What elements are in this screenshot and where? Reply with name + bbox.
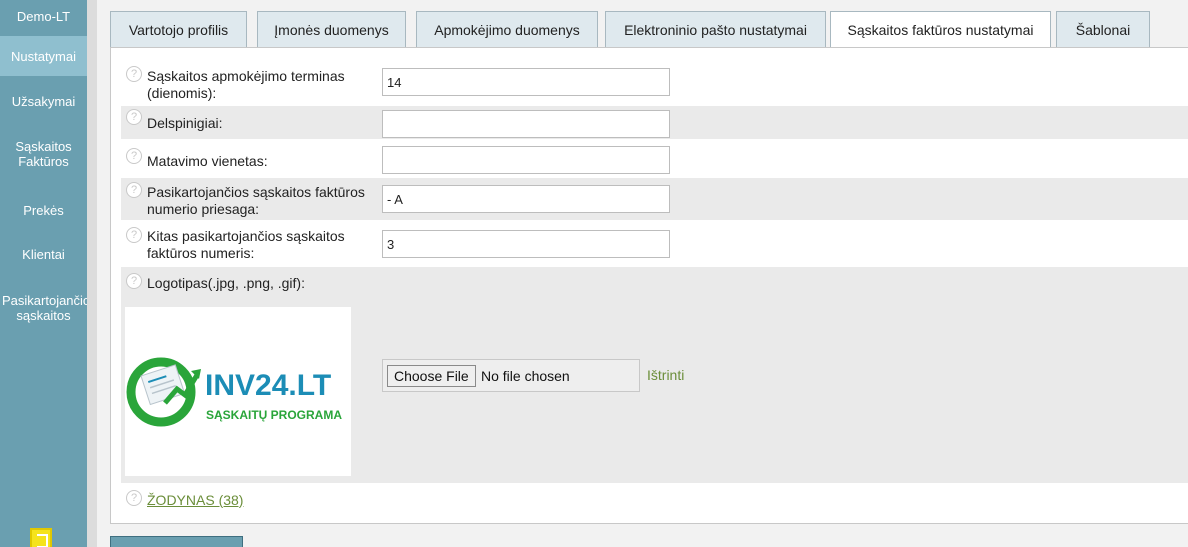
penalty-label: Delspinigiai: xyxy=(147,115,223,131)
tab-invoice-settings[interactable]: Sąskaitos faktūros nustatymai xyxy=(830,11,1051,49)
sidebar-item-recurring-line2: sąskaitos xyxy=(16,308,71,323)
tab-company-data[interactable]: Įmonės duomenys xyxy=(257,11,406,48)
tab-payment-data[interactable]: Apmokėjimo duomenys xyxy=(416,11,598,48)
number-suffix-label: Pasikartojančios sąskaitos faktūros nume… xyxy=(147,184,365,218)
payment-term-input[interactable] xyxy=(382,68,670,96)
payment-term-label: Sąskaitos apmokėjimo terminas (dienomis)… xyxy=(147,68,345,102)
main-content: Vartotojo profilis Įmonės duomenys Apmok… xyxy=(97,0,1188,547)
logo-title: INV24.LT xyxy=(205,369,331,402)
file-status-text: No file chosen xyxy=(481,368,570,384)
number-suffix-label-line1: Pasikartojančios sąskaitos faktūros xyxy=(147,184,365,200)
next-number-input[interactable] xyxy=(382,230,670,258)
number-suffix-label-line2: numerio priesaga: xyxy=(147,201,260,217)
exit-icon[interactable] xyxy=(30,528,52,547)
help-icon[interactable]: ? xyxy=(126,148,142,164)
sidebar-divider xyxy=(87,0,97,547)
unit-input[interactable] xyxy=(382,146,670,174)
penalty-row: ? Delspinigiai: xyxy=(121,106,1188,139)
sidebar: Demo-LT Nustatymai Užsakymai Sąskaitos F… xyxy=(0,0,97,547)
payment-term-row: ? Sąskaitos apmokėjimo terminas (dienomi… xyxy=(121,64,1188,101)
unit-row: ? Matavimo vienetas: xyxy=(121,142,1188,178)
help-icon[interactable]: ? xyxy=(126,273,142,289)
inv24-logo: INV24.LT SĄSKAITŲ PROGRAMA xyxy=(126,357,342,427)
logo-label: Logotipas(.jpg, .png, .gif): xyxy=(147,275,305,291)
save-button[interactable] xyxy=(110,536,243,547)
sidebar-item-clients[interactable]: Klientai xyxy=(0,247,87,262)
number-suffix-input[interactable] xyxy=(382,185,670,213)
unit-label: Matavimo vienetas: xyxy=(147,153,268,169)
dictionary-link[interactable]: ŽODYNAS (38) xyxy=(147,492,243,508)
tab-email-settings[interactable]: Elektroninio pašto nustatymai xyxy=(605,11,826,48)
sidebar-item-invoices-line1: Sąskaitos xyxy=(15,139,72,154)
settings-panel: ? Sąskaitos apmokėjimo terminas (dienomi… xyxy=(110,47,1188,524)
help-icon[interactable]: ? xyxy=(126,109,142,125)
payment-term-label-line1: Sąskaitos apmokėjimo terminas xyxy=(147,68,345,84)
sidebar-item-products[interactable]: Prekės xyxy=(0,203,87,218)
tab-user-profile[interactable]: Vartotojo profilis xyxy=(110,11,247,48)
next-number-label-line1: Kitas pasikartojančios sąskaitos xyxy=(147,228,345,244)
help-icon[interactable]: ? xyxy=(126,227,142,243)
sidebar-item-invoices[interactable]: Sąskaitos Faktūros xyxy=(0,139,87,169)
next-number-row: ? Kitas pasikartojančios sąskaitos faktū… xyxy=(121,224,1188,263)
choose-file-button[interactable]: Choose File xyxy=(387,365,476,387)
sidebar-item-settings[interactable]: Nustatymai xyxy=(0,36,87,76)
help-icon[interactable]: ? xyxy=(126,490,142,506)
next-number-label: Kitas pasikartojančios sąskaitos faktūro… xyxy=(147,228,345,262)
dictionary-row: ? ŽODYNAS (38) xyxy=(121,488,1188,518)
logo-row: ? Logotipas(.jpg, .png, .gif): INV24.LT … xyxy=(121,267,1188,483)
sidebar-item-orders[interactable]: Užsakymai xyxy=(0,94,87,109)
sidebar-item-recurring-invoices[interactable]: Pasikartojančios sąskaitos xyxy=(0,293,97,323)
logo-subtitle: SĄSKAITŲ PROGRAMA xyxy=(206,408,342,422)
sidebar-item-invoices-line2: Faktūros xyxy=(18,154,69,169)
help-icon[interactable]: ? xyxy=(126,182,142,198)
tab-templates[interactable]: Šablonai xyxy=(1056,11,1150,48)
logo-preview: INV24.LT SĄSKAITŲ PROGRAMA xyxy=(125,307,351,476)
penalty-input[interactable] xyxy=(382,110,670,138)
help-icon[interactable]: ? xyxy=(126,66,142,82)
delete-logo-link[interactable]: Ištrinti xyxy=(647,367,684,383)
payment-term-label-line2: (dienomis): xyxy=(147,85,217,101)
number-suffix-row: ? Pasikartojančios sąskaitos faktūros nu… xyxy=(121,178,1188,220)
sidebar-item-recurring-line1: Pasikartojančios xyxy=(2,293,97,308)
brand-name[interactable]: Demo-LT xyxy=(0,9,87,24)
logo-file-input[interactable]: Choose File No file chosen xyxy=(382,359,640,392)
next-number-label-line2: faktūros numeris: xyxy=(147,245,255,261)
